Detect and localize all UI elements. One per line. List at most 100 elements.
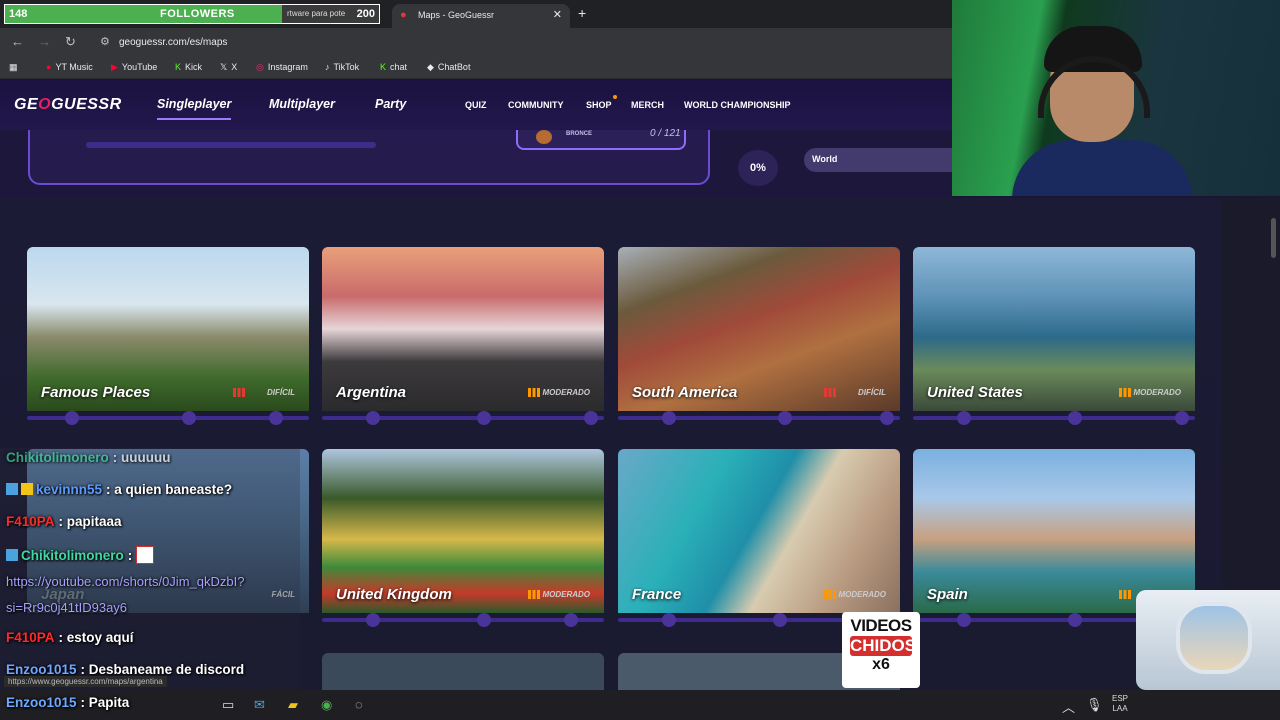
scrollbar-thumb[interactable]	[1271, 218, 1276, 258]
bookmark-x[interactable]: 𝕏X	[220, 62, 237, 73]
map-difficulty: DIFÍCIL	[267, 388, 295, 397]
card-bar	[27, 411, 309, 425]
mic-icon[interactable]: 🎙	[1086, 697, 1103, 713]
rank-box: BRONCE 0 / 121	[516, 128, 686, 150]
chat-message: F410PA: papitaaa	[6, 514, 122, 529]
videos-label: VIDEOS	[850, 616, 912, 635]
hero-banner: BRONCE 0 / 121 0% World	[0, 128, 952, 198]
verified-badge-icon	[6, 549, 18, 561]
bookmark-chatbot[interactable]: ◆ ChatBot	[427, 62, 470, 73]
obs-icon[interactable]: ◌	[355, 697, 363, 712]
nav-quiz[interactable]: QUIZ	[465, 100, 487, 110]
chat-link-cont[interactable]: si=Rr9c0j41tID93ay6	[6, 600, 127, 615]
back-icon[interactable]: ←	[11, 34, 24, 49]
url-text: geoguessr.com/es/maps	[119, 37, 228, 48]
map-card-famous-places[interactable]: Famous Places DIFÍCIL	[27, 247, 309, 411]
map-name: Spain	[927, 586, 968, 603]
nav-world-championship[interactable]: WORLD CHAMPIONSHIP	[684, 100, 791, 110]
chat-username: Enzoo1015	[6, 662, 77, 677]
map-difficulty: MODERADO	[542, 388, 590, 397]
map-card-united-kingdom[interactable]: United Kingdom MODERADO	[322, 449, 604, 613]
nav-party[interactable]: Party	[375, 97, 406, 111]
map-card-france[interactable]: France MODERADO	[618, 449, 900, 613]
site-info-icon[interactable]: ⚙	[100, 35, 110, 48]
bookmarks-bar: ▦ ● YT Music ▶ YouTube K Kick 𝕏X ◎ Instagram…	[0, 58, 952, 79]
task-view-icon[interactable]: ▭	[222, 697, 234, 713]
rank-label: BRONCE	[566, 131, 593, 137]
chat-text: : Desbaneame de discord	[80, 662, 245, 677]
difficulty-bars-icon	[824, 388, 836, 397]
card-bar	[913, 411, 1195, 425]
chat-link[interactable]: https://youtube.com/shorts/0Jim_qkDzbI?	[6, 574, 244, 589]
kick-chat-icon: K	[380, 62, 387, 72]
chat-text: : Papita	[80, 695, 130, 710]
bookmark-instagram[interactable]: ◎ Instagram	[256, 62, 308, 73]
map-card-united-states[interactable]: United States MODERADO	[913, 247, 1195, 411]
followers-count: 148	[9, 8, 28, 20]
map-card-spain[interactable]: Spain M	[913, 449, 1195, 613]
geoguessr-logo[interactable]: GEOGUESSR	[14, 96, 122, 114]
chat-message: Chikitolimonero: uuuuuu	[6, 450, 171, 465]
chat-message: Enzoo1015: Papita	[6, 695, 129, 710]
link-status-bar: https://www.geoguessr.com/maps/argentina	[4, 676, 167, 687]
tray-chevron-icon[interactable]: ︿	[1062, 697, 1075, 716]
verified-badge-icon	[6, 483, 18, 495]
bronze-medal-icon	[536, 130, 552, 144]
difficulty-bars-icon	[824, 590, 836, 599]
file-explorer-icon[interactable]: ▰	[288, 697, 298, 713]
yt-music-icon: ●	[46, 62, 52, 72]
language-indicator[interactable]: ESP LAA	[1112, 694, 1128, 714]
progress-track	[86, 142, 376, 148]
youtube-icon: ▶	[111, 62, 118, 72]
bookmark-yt-music[interactable]: ● YT Music	[46, 62, 93, 72]
reload-icon[interactable]: ↻	[65, 34, 76, 50]
map-card-argentina[interactable]: Argentina MODERADO	[322, 247, 604, 411]
kick-icon: K	[175, 62, 182, 72]
bookmark-youtube[interactable]: ▶ YouTube	[111, 62, 157, 73]
address-bar[interactable]: ⚙ geoguessr.com/es/maps	[92, 32, 944, 54]
map-name: United Kingdom	[336, 586, 452, 603]
outlook-icon[interactable]: ✉	[254, 697, 265, 713]
tab-title: Maps - GeoGuessr	[418, 10, 495, 20]
tiktok-icon: ♪	[325, 62, 330, 72]
nav-community[interactable]: COMMUNITY	[508, 100, 564, 110]
nav-singleplayer[interactable]: Singleplayer	[157, 97, 232, 120]
chat-message: F410PA: estoy aquí	[6, 630, 134, 645]
chat-username: Enzoo1015	[6, 695, 77, 710]
map-difficulty: MODERADO	[542, 590, 590, 599]
chat-text: : a quien baneaste?	[106, 482, 233, 497]
forward-icon[interactable]: →	[38, 34, 51, 49]
geoguessr-header: GEOGUESSR Singleplayer Multiplayer Party…	[0, 80, 952, 130]
nav-multiplayer[interactable]: Multiplayer	[269, 97, 335, 111]
world-map-pill[interactable]: World	[804, 148, 952, 172]
rank-score: 0 / 121	[650, 128, 681, 139]
chat-message: Enzoo1015: Desbaneame de discord	[6, 662, 244, 677]
bookmark-chat[interactable]: Kchat	[380, 62, 407, 72]
map-name: Argentina	[336, 384, 407, 401]
chat-message: kevinnn55: a quien baneaste?	[6, 482, 232, 497]
map-name: Famous Places	[41, 384, 151, 401]
close-tab-icon[interactable]: ✕	[553, 8, 562, 21]
nav-merch[interactable]: MERCH	[631, 100, 664, 110]
windows-taskbar: Enzoo1015: Papita ▭ ✉ ▰ ◉ ◌ ︿ 🎙 ESP LAA	[0, 690, 1280, 720]
bookmark-tiktok[interactable]: ♪ TikTok	[325, 62, 359, 72]
apps-grid-icon[interactable]: ▦	[9, 62, 18, 73]
chat-text: : papitaaa	[58, 514, 122, 529]
chat-message: Chikitolimonero:	[6, 546, 155, 564]
chrome-icon[interactable]: ◉	[321, 697, 332, 713]
multiplier-label: x6	[872, 656, 890, 673]
browser-toolbar: ← → ↻ ⚙ geoguessr.com/es/maps	[0, 28, 952, 58]
webcam-body	[1012, 140, 1192, 196]
map-difficulty: MODERADO	[838, 590, 886, 599]
map-card-partial[interactable]	[322, 653, 604, 690]
map-card-south-america[interactable]: South America DIFÍCIL	[618, 247, 900, 411]
tab-maps-geoguessr[interactable]: ● Maps - GeoGuessr ✕	[392, 4, 570, 28]
bookmark-kick[interactable]: K Kick	[175, 62, 202, 72]
nav-shop[interactable]: SHOP	[586, 100, 612, 110]
chidos-label: CHIDOS	[850, 636, 917, 656]
map-difficulty: DIFÍCIL	[858, 388, 886, 397]
plane-window-overlay	[1136, 590, 1280, 690]
followers-goal-widget: 148 FOLLOWERS rtware para pote 200	[4, 4, 380, 24]
new-tab-icon[interactable]: +	[578, 5, 586, 21]
videos-chidos-overlay: VIDEOS CHIDOS x6	[842, 612, 920, 688]
